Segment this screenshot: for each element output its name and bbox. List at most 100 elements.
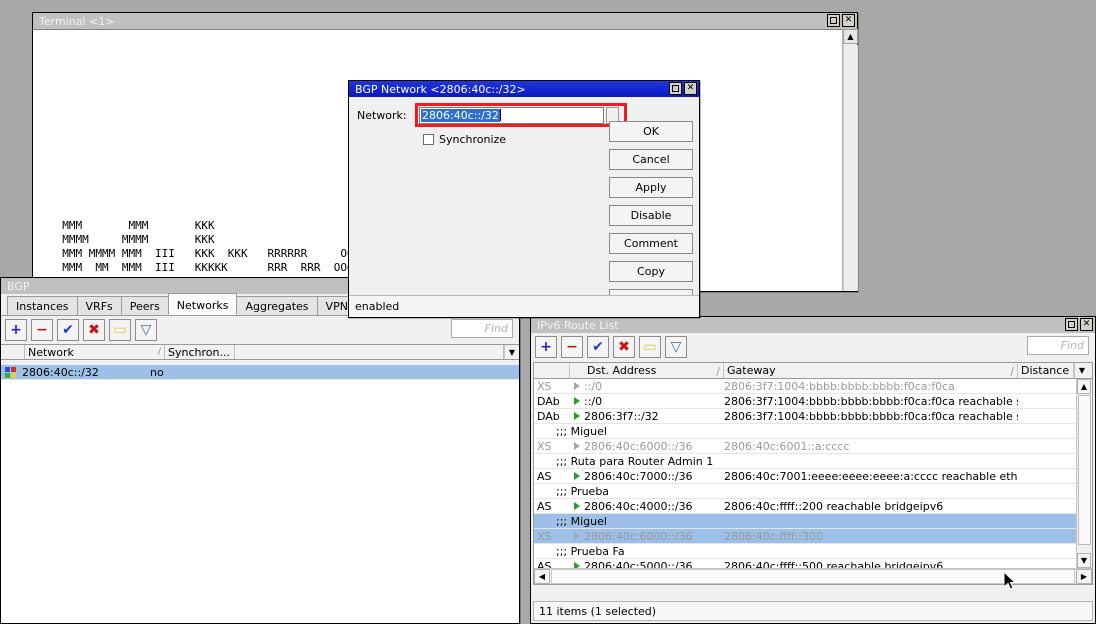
maximize-icon[interactable] (669, 82, 682, 95)
terminal-titlebar[interactable]: Terminal <1> ✕ (33, 13, 857, 29)
network-input[interactable]: 2806:40c::/32 (419, 107, 604, 124)
route-col-distance[interactable]: Distance (1018, 363, 1074, 378)
terminal-scroll-track[interactable] (843, 45, 858, 291)
table-row[interactable]: DAb2806:3f7::/322806:3f7:1004:bbbb:bbbb:… (534, 409, 1076, 424)
comment-text: ;;; Prueba (534, 485, 609, 498)
route-comment-row[interactable]: ;;; Miguel (534, 424, 1076, 439)
route-col-gateway-label: Gateway (727, 364, 776, 377)
table-row[interactable]: AS2806:40c:7000::/362806:40c:7001:eeee:e… (534, 469, 1076, 484)
scroll-left-arrow-icon[interactable]: ◀ (534, 569, 550, 584)
dialog-titlebar[interactable]: BGP Network <2806:40c::/32> ✕ (349, 81, 699, 97)
tab-label: Networks (177, 299, 229, 312)
scroll-up-arrow-icon[interactable]: ▲ (843, 29, 858, 44)
disable-button[interactable]: ✖ (613, 336, 635, 358)
tab-vrfs[interactable]: VRFs (77, 296, 122, 315)
table-row[interactable]: AS2806:40c:4000::/362806:40c:ffff::200 r… (534, 499, 1076, 514)
route-comment-row[interactable]: ;;; Prueba Fa (534, 544, 1076, 559)
table-row[interactable]: 2806:40c::/32no (1, 365, 519, 380)
route-list-titlebar[interactable]: IPv6 Route List ✕ (531, 317, 1095, 333)
route-list-window-controls: ✕ (1065, 318, 1093, 331)
bgp-network-dialog[interactable]: BGP Network <2806:40c::/32> ✕ Network: 2… (348, 80, 700, 318)
find-input[interactable]: Find (1027, 336, 1089, 355)
filter-button[interactable]: ▽ (135, 319, 157, 341)
bgp-table-body[interactable]: 2806:40c::/32no (1, 365, 519, 623)
cell-gateway: 2806:40c:6001::a:cccc (724, 440, 1018, 453)
route-vertical-scrollbar[interactable]: ▲ ▼ (1076, 379, 1092, 568)
copy-button[interactable]: Copy (609, 261, 693, 282)
tab-label: Peers (130, 300, 160, 313)
route-col-flags (534, 363, 570, 378)
route-col-gateway[interactable]: Gateway / (724, 363, 1018, 378)
maximize-icon[interactable] (1065, 318, 1078, 331)
tab-aggregates[interactable]: Aggregates (236, 296, 317, 315)
bgp-title: BGP (7, 280, 30, 293)
terminal-title: Terminal <1> (39, 15, 114, 28)
table-row[interactable]: XS2806:40c:6000::/362806:40c:ffff::300 (534, 529, 1076, 544)
bgp-toolbar[interactable]: +−✔ ✖ ▭▽ Find (1, 316, 519, 344)
route-table-header: Dst. Address / Gateway / Distance ▼ (534, 363, 1092, 379)
disable-button[interactable]: Disable (609, 205, 693, 226)
filter-button[interactable]: ▽ (665, 336, 687, 358)
disable-icon: ✖ (88, 323, 100, 337)
scroll-up-arrow-icon[interactable]: ▲ (1077, 379, 1091, 394)
enable-button[interactable]: ✔ (57, 319, 79, 341)
dialog-status-bar: enabled (349, 295, 699, 317)
cancel-button[interactable]: Cancel (609, 149, 693, 170)
close-icon[interactable]: ✕ (1080, 318, 1093, 331)
apply-button[interactable]: Apply (609, 177, 693, 198)
tab-networks[interactable]: Networks (168, 293, 238, 315)
add-button[interactable]: + (535, 336, 557, 358)
cell-flags: AS (534, 500, 570, 513)
table-row[interactable]: AS2806:40c:5000::/362806:40c:ffff::500 r… (534, 559, 1076, 568)
bgp-col-synchronize[interactable]: Synchron... (165, 345, 235, 359)
route-vscroll-thumb[interactable] (1078, 395, 1091, 545)
remove-button[interactable]: − (561, 336, 583, 358)
sort-ascending-icon: / (1010, 365, 1014, 378)
add-button[interactable]: + (5, 319, 27, 341)
route-list-toolbar[interactable]: +−✔✖ ▭ ▽ Find (531, 333, 1095, 361)
scroll-down-arrow-icon[interactable]: ▼ (1077, 553, 1091, 568)
comment-icon: ▭ (643, 340, 656, 354)
network-input-highlight: 2806:40c::/32 (415, 103, 627, 127)
cell-flags: XS (534, 440, 570, 453)
chevron-down-icon[interactable]: ▼ (504, 345, 519, 359)
dialog-buttons[interactable]: OKCancelApplyDisableCommentCopyRemove (609, 121, 693, 310)
route-table-rows[interactable]: XS::/02806:3f7:1004:bbbb:bbbb:bbbb:f0ca:… (534, 379, 1076, 568)
button-label: Disable (631, 209, 672, 222)
route-active-arrow-icon (570, 472, 584, 480)
synchronize-checkbox[interactable] (423, 134, 434, 145)
route-comment-row[interactable]: ;;; Ruta para Router Admin 1 (534, 454, 1076, 469)
cell-flags: AS (534, 470, 570, 483)
cell-dst-address: 2806:3f7::/32 (584, 410, 724, 423)
disable-button[interactable]: ✖ (83, 319, 105, 341)
route-comment-row[interactable]: ;;; Miguel (534, 514, 1076, 529)
table-row[interactable]: DAb::/02806:3f7:1004:bbbb:bbbb:bbbb:f0ca… (534, 394, 1076, 409)
route-table[interactable]: Dst. Address / Gateway / Distance ▼ XS::… (533, 362, 1093, 585)
remove-button[interactable]: − (31, 319, 53, 341)
table-row[interactable]: XS::/02806:3f7:1004:bbbb:bbbb:bbbb:f0ca:… (534, 379, 1076, 394)
cell-dst-address: 2806:40c:5000::/36 (584, 560, 724, 569)
maximize-icon[interactable] (827, 14, 840, 27)
bgp-window[interactable]: BGP InstancesVRFs Peers Networks Aggregates… (0, 277, 520, 624)
comment-button[interactable]: Comment (609, 233, 693, 254)
tab-instances[interactable]: Instances (7, 296, 78, 315)
bgp-network-icon (5, 367, 16, 378)
ok-button[interactable]: OK (609, 121, 693, 142)
terminal-window-controls: ✕ (827, 14, 855, 27)
close-icon[interactable]: ✕ (684, 82, 697, 95)
comment-button[interactable]: ▭ (109, 319, 131, 341)
close-icon[interactable]: ✕ (842, 14, 855, 27)
route-hscroll-thumb[interactable] (551, 569, 1075, 584)
terminal-vertical-scrollbar[interactable]: ▲ (842, 29, 857, 291)
find-input[interactable]: Find (451, 319, 513, 338)
route-col-dst-address[interactable]: Dst. Address / (584, 363, 724, 378)
enable-button[interactable]: ✔ (587, 336, 609, 358)
table-row[interactable]: XS2806:40c:6000::/362806:40c:6001::a:ccc… (534, 439, 1076, 454)
scroll-right-arrow-icon[interactable]: ▶ (1076, 569, 1092, 584)
route-col-arrow (570, 363, 584, 378)
chevron-down-icon[interactable]: ▼ (1074, 363, 1089, 378)
route-comment-row[interactable]: ;;; Prueba (534, 484, 1076, 499)
tab-peers[interactable]: Peers (121, 296, 169, 315)
comment-button[interactable]: ▭ (639, 336, 661, 358)
bgp-col-network[interactable]: Network / (25, 345, 165, 359)
